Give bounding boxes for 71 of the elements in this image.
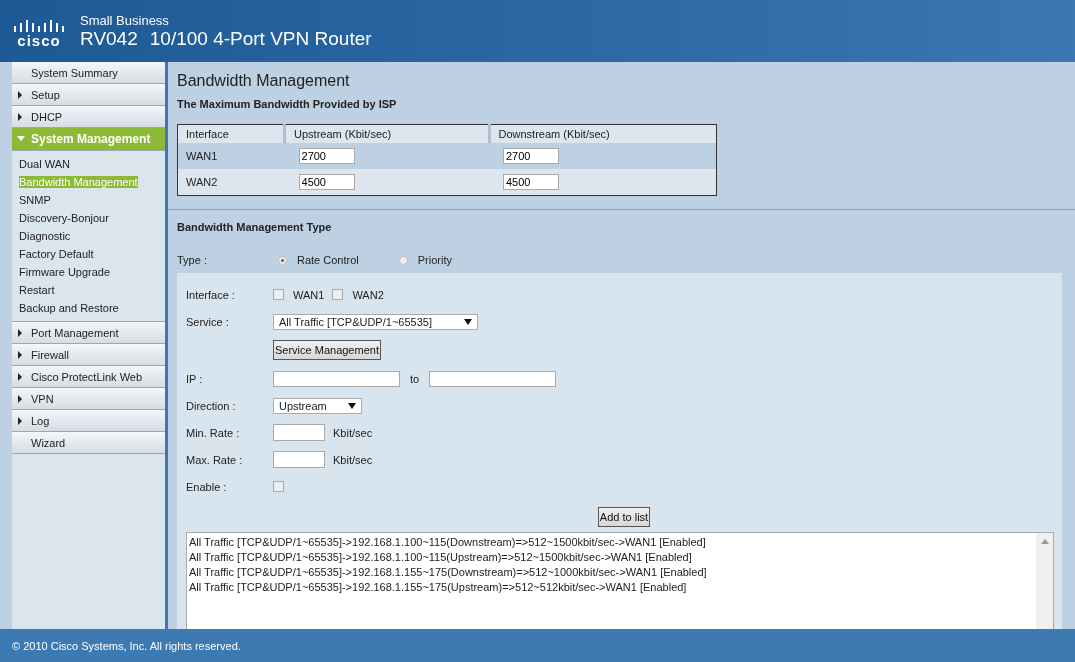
field-label: Enable :	[186, 480, 228, 493]
scrollbar[interactable]	[1036, 533, 1053, 629]
model-name: RV042	[80, 27, 138, 50]
ip-end-field[interactable]	[429, 370, 557, 387]
product-title: 10/100 4-Port VPN Router	[149, 27, 372, 50]
unit-label: Kbit/sec	[333, 453, 373, 466]
sidebar-subitem[interactable]: Discovery-Bonjour	[19, 212, 109, 224]
sidebar-subitem[interactable]: Firmware Upgrade	[19, 266, 111, 278]
sidebar-subitem[interactable]: Factory Default	[19, 248, 94, 260]
downstream-field[interactable]: 4500	[503, 174, 559, 190]
checkbox[interactable]	[332, 289, 344, 300]
max-rate-field[interactable]	[273, 451, 325, 468]
sidebar-item[interactable]: Port Management	[12, 322, 165, 344]
downstream-field[interactable]: 2700	[503, 148, 559, 164]
scroll-up-icon[interactable]	[1041, 539, 1049, 544]
service-management-button[interactable]: Service Management	[273, 340, 381, 360]
min-rate-field[interactable]	[273, 424, 325, 441]
field-label: Max. Rate :	[186, 453, 244, 466]
field-label: Service :	[186, 315, 230, 328]
section-heading: Bandwidth Management Type	[177, 221, 333, 233]
cisco-bars-icon	[13, 19, 65, 32]
radio-label: Rate Control	[297, 254, 359, 266]
sidebar-item[interactable]: Firewall	[12, 344, 165, 366]
unit-label: Kbit/sec	[333, 426, 373, 439]
radio-button[interactable]	[278, 255, 287, 265]
caret-icon	[348, 402, 356, 409]
list-item[interactable]: All Traffic [TCP&UDP/1~65535]->192.168.1.100~115(Upstream)=>512~1500kbit/sec->WAN1 [Enabled]	[189, 550, 1034, 565]
field-label: Type :	[177, 254, 208, 266]
product-line: Small Business	[80, 12, 170, 28]
sidebar-subitem[interactable]: Dual WAN	[19, 158, 70, 170]
copyright-text: © 2010 Cisco Systems, Inc. All rights reserved.	[12, 639, 241, 652]
sidebar-item[interactable]: DHCP	[12, 106, 165, 128]
field-label: Min. Rate :	[186, 426, 241, 439]
section-heading: The Maximum Bandwidth Provided by ISP	[177, 98, 398, 110]
field-label: Direction :	[186, 399, 237, 412]
sidebar-subitem[interactable]: Diagnostic	[19, 230, 71, 242]
column-header: Interface	[177, 124, 285, 143]
checkbox-label: WAN1	[293, 288, 325, 301]
checkbox[interactable]	[273, 481, 284, 492]
sidebar-item[interactable]: Cisco ProtectLink Web	[12, 366, 165, 388]
caret-icon	[464, 318, 472, 325]
column-header: Upstream (Kbit/sec)	[284, 124, 489, 143]
service-dropdown[interactable]: All Traffic [TCP&UDP/1~65535]	[273, 313, 478, 330]
sidebar-item[interactable]: VPN	[12, 388, 165, 410]
radio-label: Priority	[417, 254, 452, 266]
field-label: to	[410, 372, 420, 385]
column-header: Downstream (Kbit/sec)	[489, 124, 717, 143]
sidebar-subitem[interactable]: Backup and Restore	[19, 302, 119, 314]
ip-start-field[interactable]	[273, 370, 400, 387]
upstream-field[interactable]: 2700	[298, 148, 355, 164]
radio-button[interactable]	[398, 255, 408, 265]
checkbox[interactable]	[273, 289, 284, 300]
logo-text: cisco	[17, 31, 61, 49]
field-label: IP :	[186, 372, 204, 385]
field-label: Interface :	[186, 288, 236, 301]
checkbox-label: WAN2	[352, 288, 384, 301]
sidebar-subitem[interactable]: Restart	[19, 284, 55, 296]
page-title: Bandwidth Management	[177, 72, 351, 90]
sidebar-subitem[interactable]: SNMP	[19, 194, 51, 206]
direction-dropdown[interactable]: Upstream	[273, 397, 362, 414]
sidebar-item[interactable]: Setup	[12, 84, 165, 106]
sidebar-item[interactable]: Log	[12, 410, 165, 432]
list-item[interactable]: All Traffic [TCP&UDP/1~65535]->192.168.1.100~115(Downstream)=>512~1500kbit/sec->WAN1 [Enabled]	[189, 535, 1034, 550]
table-cell: WAN1	[177, 143, 285, 169]
sidebar-item[interactable]: System Summary	[12, 62, 165, 84]
table-cell: WAN2	[177, 169, 285, 196]
list-item[interactable]: All Traffic [TCP&UDP/1~65535]->192.168.1.155~175(Downstream)=>512~1000kbit/sec->WAN1 [Enabled]	[189, 565, 1034, 580]
sidebar-item[interactable]: Wizard	[12, 432, 165, 454]
add-to-list-button[interactable]: Add to list	[597, 507, 651, 527]
upstream-field[interactable]: 4500	[298, 174, 355, 190]
list-item[interactable]: All Traffic [TCP&UDP/1~65535]->192.168.1.155~175(Upstream)=>512~512kbit/sec->WAN1 [Enabled]	[189, 580, 1034, 595]
